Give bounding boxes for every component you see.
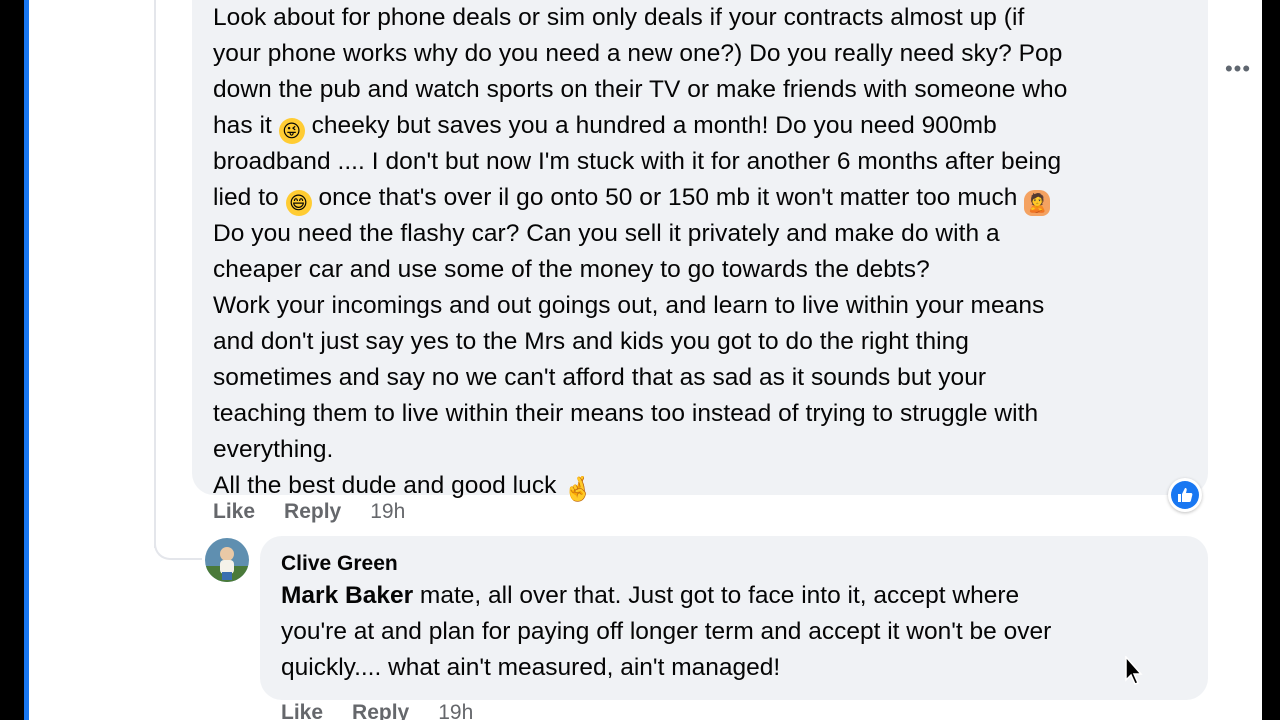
comment-text-line: broadband .... I don't but now I'm stuck… — [213, 148, 1062, 175]
comment-text-line: has it 😜 cheeky but saves you a hundred … — [213, 108, 1188, 144]
comment-text-line: Mark Baker mate, all over that. Just got… — [281, 578, 1188, 614]
grin-emoji-icon: 😄 — [285, 190, 312, 216]
comment-text-line: down the pub and watch sports on their T… — [213, 76, 1068, 103]
reaction-count-badge[interactable] — [1168, 478, 1202, 512]
like-button[interactable]: Like — [213, 500, 255, 524]
more-options-button[interactable]: ••• — [1216, 58, 1260, 82]
comment-text-line: All the best dude and good luck 🤞 — [213, 468, 1188, 504]
thread-connector-line — [154, 0, 156, 548]
comment-timestamp[interactable]: 19h — [370, 500, 405, 524]
wink-emoji-icon: 😜 — [278, 118, 305, 144]
mention-link[interactable]: Mark Baker — [281, 582, 413, 609]
comment-text-line: teaching them to live within their means… — [213, 400, 1039, 427]
reply-button[interactable]: Reply — [352, 701, 409, 720]
comment-text-line: Do you need the flashy car? Can you sell… — [213, 220, 1000, 247]
comment-bubble: Look about for phone deals or sim only d… — [192, 0, 1208, 503]
crossed-fingers-emoji-icon: 🤞 — [563, 476, 594, 503]
comment-text-segment: All the best dude and good luck — [213, 472, 557, 499]
comment-text-line: you're at and plan for paying off longer… — [281, 618, 1052, 645]
comment-actions: Like Reply 19h — [281, 701, 473, 720]
comment-text-line: quickly.... what ain't measured, ain't m… — [281, 654, 781, 681]
comment-text-line: sometimes and say no we can't afford tha… — [213, 364, 987, 391]
comment-text-line: Look about for phone deals or sim only d… — [213, 4, 1025, 31]
thread-connector-elbow — [154, 520, 202, 560]
comment-text-line: cheaper car and use some of the money to… — [213, 256, 930, 283]
comment-text-line: and don't just say yes to the Mrs and ki… — [213, 328, 969, 355]
comment-text-segment: mate, all over that. Just got to face in… — [419, 582, 1020, 609]
like-thumb-icon — [1171, 481, 1199, 509]
reply-button[interactable]: Reply — [284, 500, 341, 524]
reply-comment-bubble: Clive Green Mark Baker mate, all over th… — [260, 536, 1208, 700]
person-shrugging-emoji-icon: 🙎 — [1024, 190, 1051, 216]
like-button[interactable]: Like — [281, 701, 323, 720]
comment-text-line: lied to 😄 once that's over il go onto 50… — [213, 180, 1188, 216]
comment-text-segment: cheeky but saves you a hundred a month! … — [311, 112, 997, 139]
comments-panel: Look about for phone deals or sim only d… — [24, 0, 1262, 720]
comment-text-segment: has it — [213, 112, 272, 139]
comment-text-line: Work your incomings and out goings out, … — [213, 292, 1045, 319]
comment-text-segment: lied to — [213, 184, 279, 211]
comment-text-segment: once that's over il go onto 50 or 150 mb… — [318, 184, 1018, 211]
comment-author-name[interactable]: Clive Green — [281, 550, 1188, 578]
comment-text-line: everything. — [213, 436, 334, 463]
avatar[interactable] — [205, 538, 249, 582]
mouse-pointer-icon — [1125, 656, 1143, 685]
panel-edge-accent — [24, 0, 29, 720]
comment-timestamp[interactable]: 19h — [438, 701, 473, 720]
comment-text-line: your phone works why do you need a new o… — [213, 40, 1063, 67]
comment-actions: Like Reply 19h — [213, 500, 405, 524]
